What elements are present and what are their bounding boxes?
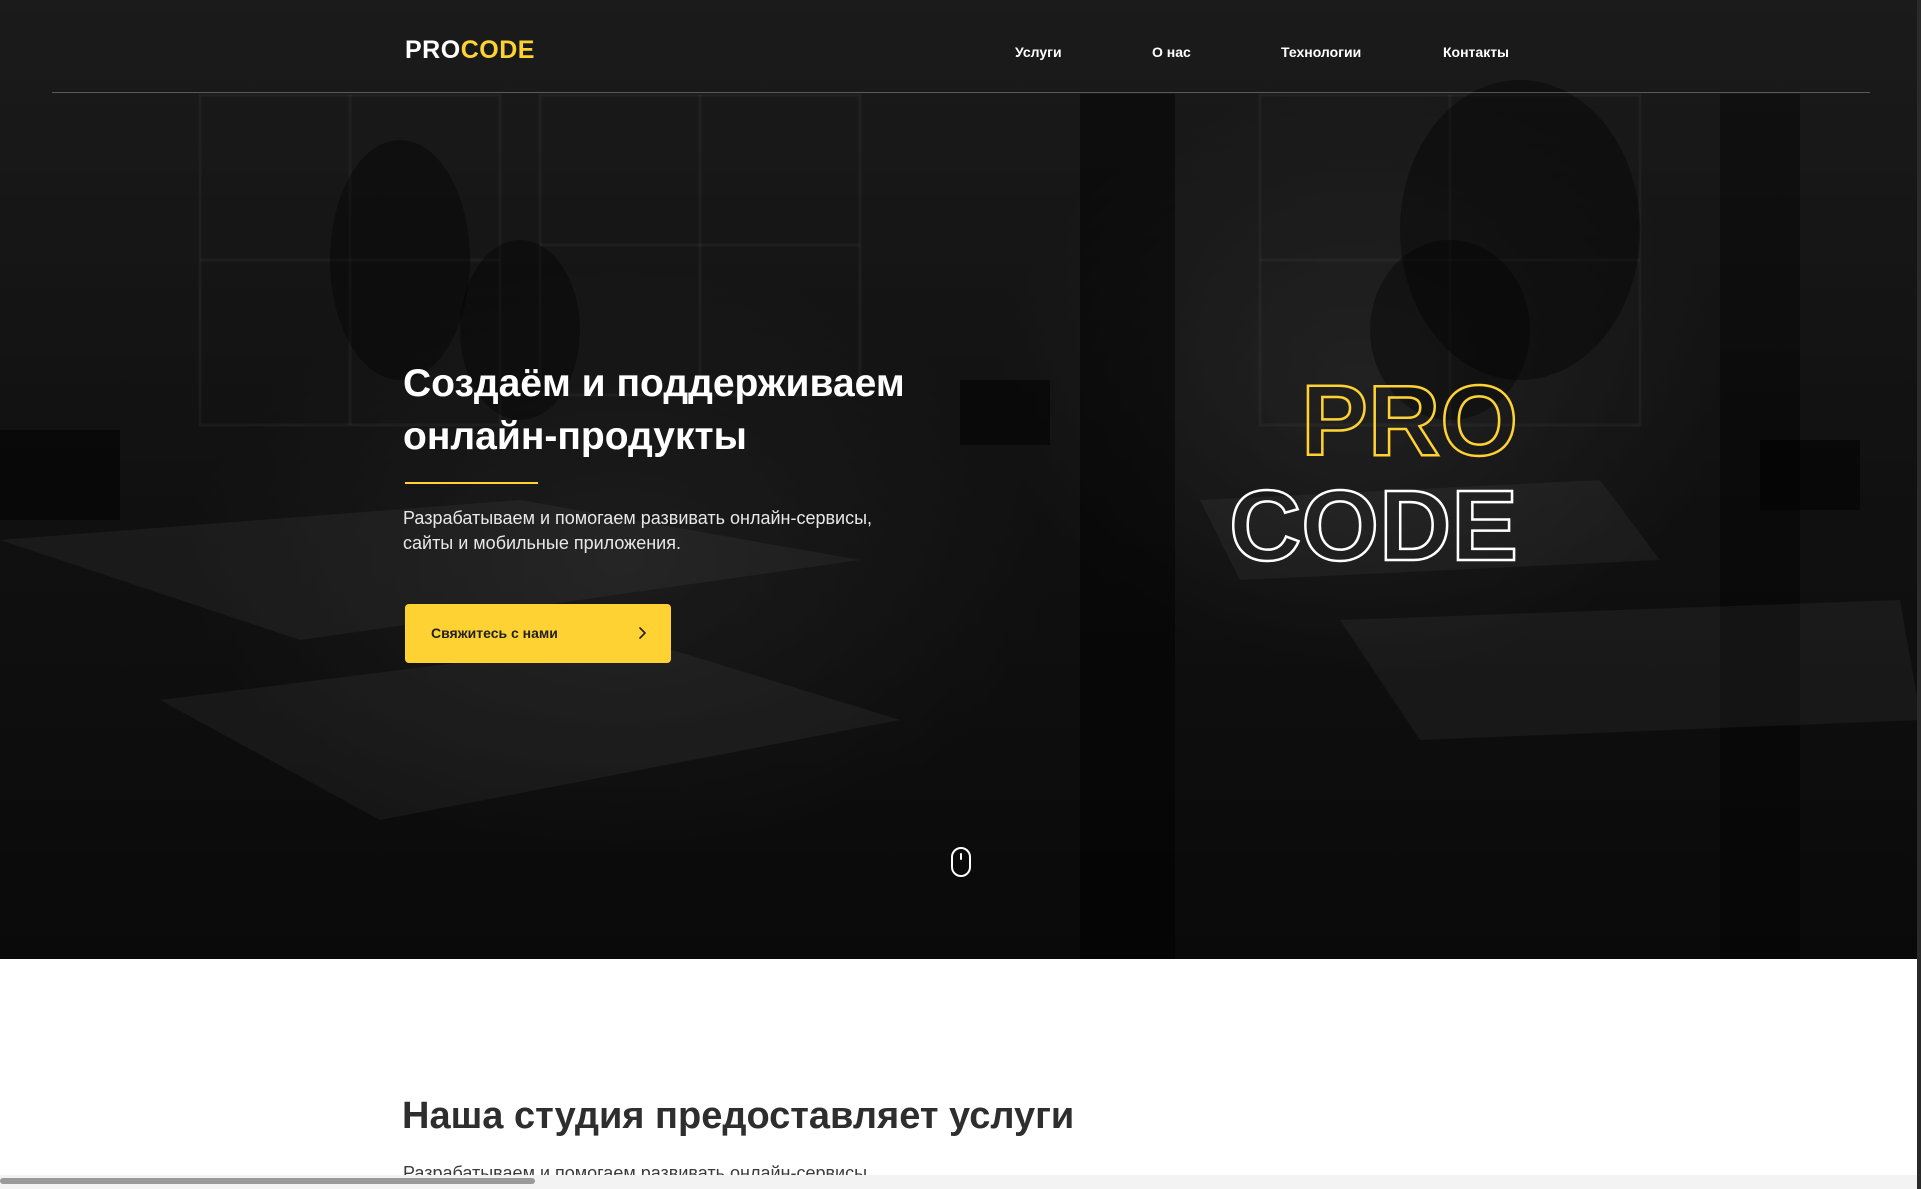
big-logo-code: CODE: [1229, 470, 1518, 582]
header: PROCODE Услуги О нас Технологии Контакты: [0, 0, 1921, 94]
headline-accent-line: [405, 482, 538, 484]
nav-item-technologies[interactable]: Технологии: [1281, 40, 1361, 64]
big-logo-pro: PRO: [1301, 365, 1518, 477]
hero-background-photo: [0, 0, 1921, 959]
logo-code-text: CODE: [460, 36, 535, 64]
mouse-scroll-icon[interactable]: [948, 847, 974, 877]
logo-pro-text: PRO: [405, 36, 461, 64]
window-edge: [1917, 0, 1921, 1189]
hero-headline: Создаём и поддерживаем онлайн-продукты: [403, 362, 905, 458]
contact-us-button-label: Свяжитесь с нами: [431, 625, 558, 641]
nav-item-services[interactable]: Услуги: [1015, 40, 1062, 64]
header-divider: [52, 92, 1870, 93]
chevron-right-icon: [639, 627, 646, 639]
horizontal-scrollbar[interactable]: [0, 1175, 1921, 1189]
brand-logo[interactable]: PROCODE: [405, 35, 535, 65]
nav-item-contacts[interactable]: Контакты: [1443, 40, 1509, 64]
procode-outline-logo: PRO CODE: [1228, 364, 1519, 584]
hero-section: PROCODE Услуги О нас Технологии Контакты…: [0, 0, 1921, 959]
horizontal-scrollbar-thumb[interactable]: [0, 1178, 535, 1184]
contact-us-button[interactable]: Свяжитесь с нами: [405, 604, 671, 663]
hero-subtitle: Разрабатываем и помогаем развивать онлай…: [403, 508, 873, 553]
services-heading: Наша студия предоставляет услуги: [402, 1095, 1075, 1137]
nav-item-about[interactable]: О нас: [1152, 40, 1191, 64]
